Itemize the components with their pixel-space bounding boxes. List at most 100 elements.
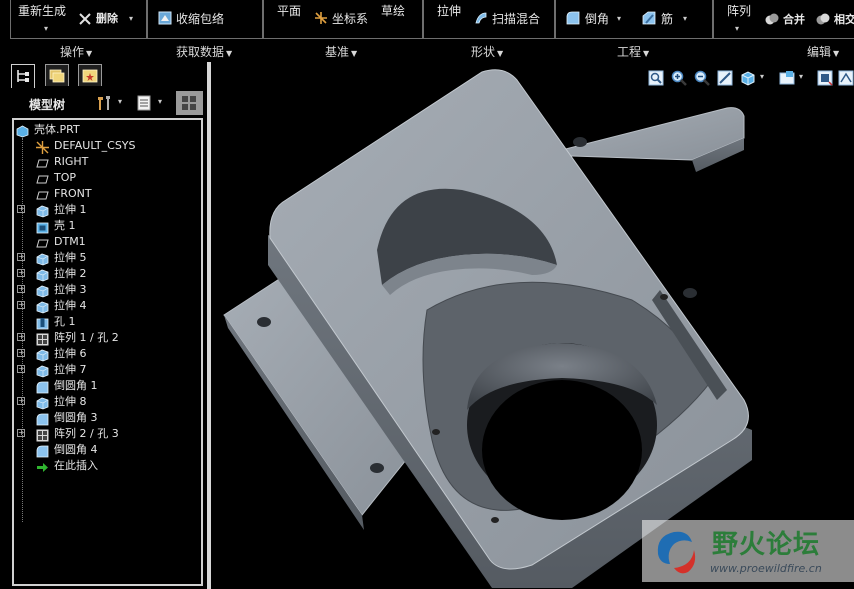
round-dropdown-icon[interactable]: ▾ (617, 12, 621, 26)
watermark-title: 野火论坛 (712, 530, 821, 560)
group-label-shapes[interactable]: 形状 ▼ (471, 43, 503, 60)
expand-toggle-icon[interactable]: + (17, 349, 25, 357)
favorites-tab[interactable] (78, 64, 102, 86)
tools-icon[interactable] (95, 94, 113, 112)
tree-item[interactable]: + 阵列 1 / 孔 2 (14, 330, 199, 346)
tree-item-label: 孔 1 (54, 315, 76, 328)
group-label-datum[interactable]: 基准 ▼ (325, 43, 357, 60)
expand-toggle-icon[interactable]: + (17, 253, 25, 261)
tree-item[interactable]: FRONT (14, 186, 199, 202)
intersect-button[interactable]: 相交 (834, 13, 854, 27)
pattern-dropdown-icon[interactable]: ▾ (735, 22, 739, 36)
delete-icon[interactable] (78, 12, 92, 26)
group-label-operations[interactable]: 操作 ▼ (60, 43, 92, 60)
csys-button[interactable]: 坐标系 (332, 12, 368, 26)
tree-item[interactable]: + 拉伸 1 (14, 202, 199, 218)
shrinkwrap-icon[interactable] (158, 11, 172, 25)
delete-button[interactable]: 删除 (96, 12, 118, 26)
regenerate-button[interactable]: 重新生成 (18, 4, 66, 18)
extrude-icon (36, 283, 49, 298)
tree-item-label: 壳体.PRT (34, 123, 80, 136)
group-label-editing[interactable]: 编辑 ▼ (807, 43, 839, 60)
tree-item[interactable]: DTM1 (14, 234, 199, 250)
sweep-blend-button[interactable]: 扫描混合 (492, 12, 540, 26)
tree-item-label: 拉伸 2 (54, 267, 87, 280)
extrude-icon (36, 395, 49, 410)
expand-toggle-icon[interactable]: + (17, 269, 25, 277)
insert-arrow-icon (36, 459, 49, 472)
tree-item[interactable]: + 阵列 2 / 孔 3 (14, 426, 199, 442)
expand-toggle-icon[interactable]: + (17, 397, 25, 405)
expand-toggle-icon[interactable]: + (17, 205, 25, 213)
tree-item[interactable]: DEFAULT_CSYS (14, 138, 199, 154)
tree-item[interactable]: 孔 1 (14, 314, 199, 330)
tree-item[interactable]: + 拉伸 5 (14, 250, 199, 266)
tree-item[interactable]: + 拉伸 8 (14, 394, 199, 410)
tree-filter-button[interactable] (176, 91, 203, 115)
tree-item[interactable]: + 拉伸 3 (14, 282, 199, 298)
extrude-icon (36, 251, 49, 266)
settings-dropdown-icon[interactable]: ▾ (158, 97, 162, 106)
delete-dropdown-icon[interactable]: ▾ (129, 12, 133, 26)
layer-tab[interactable] (45, 64, 69, 86)
sketch-button[interactable]: 草绘 (381, 4, 405, 18)
regenerate-dropdown-icon[interactable]: ▾ (44, 22, 48, 36)
tree-item-label: 拉伸 5 (54, 251, 87, 264)
tree-item[interactable]: 在此插入 (14, 458, 199, 474)
graphics-viewport[interactable]: ▾ ▾ 野火论坛 www.proewildfire.cn (212, 60, 854, 589)
tree-item-label: 阵列 1 / 孔 2 (54, 331, 119, 344)
tree-item-label: 拉伸 1 (54, 203, 87, 216)
round-icon (36, 379, 49, 394)
panel-splitter[interactable] (207, 62, 211, 589)
extrude-icon (36, 347, 49, 362)
extrude-icon (36, 203, 49, 218)
shrinkwrap-button[interactable]: 收缩包络 (176, 12, 224, 26)
expand-toggle-icon[interactable]: + (17, 429, 25, 437)
pattern-icon (36, 331, 49, 346)
expand-toggle-icon[interactable]: + (17, 365, 25, 373)
tools-dropdown-icon[interactable]: ▾ (118, 97, 122, 106)
rib-icon[interactable] (642, 11, 656, 25)
round-button[interactable]: 倒角 (585, 12, 609, 26)
expand-toggle-icon[interactable]: + (17, 285, 25, 293)
show-settings-icon[interactable] (135, 94, 153, 112)
merge-button[interactable]: 合并 (783, 13, 805, 27)
part-model-3d (223, 69, 752, 588)
merge-icon[interactable] (765, 12, 779, 26)
tree-item[interactable]: + 拉伸 7 (14, 362, 199, 378)
datum-plane-icon (36, 187, 49, 200)
round-icon[interactable] (566, 11, 580, 25)
group-label-engineering[interactable]: 工程 ▼ (617, 43, 649, 60)
tree-item[interactable]: TOP (14, 170, 199, 186)
ribbon-toolbar: 重新生成 ▾ 删除 ▾ 收缩包络 平面 坐标系 草绘 拉伸 扫描混合 倒角 ▾ … (0, 0, 854, 60)
tree-item[interactable]: + 拉伸 6 (14, 346, 199, 362)
pattern-button[interactable]: 阵列 (727, 4, 751, 18)
extrude-icon (36, 299, 49, 314)
expand-toggle-icon[interactable]: + (17, 301, 25, 309)
tree-item[interactable]: 倒圆角 4 (14, 442, 199, 458)
extrude-button[interactable]: 拉伸 (437, 4, 461, 18)
rib-button[interactable]: 筋 (661, 12, 673, 26)
tree-item[interactable]: + 拉伸 4 (14, 298, 199, 314)
tree-item[interactable]: 倒圆角 3 (14, 410, 199, 426)
tree-item[interactable]: + 拉伸 2 (14, 266, 199, 282)
tree-item[interactable]: 倒圆角 1 (14, 378, 199, 394)
tree-item[interactable]: 壳 1 (14, 218, 199, 234)
group-label-get-data[interactable]: 获取数据 ▼ (176, 43, 232, 60)
model-tree: 壳体.PRT DEFAULT_CSYS RIGHT TOP FRONT + 拉伸 1 壳 1 D… (12, 118, 203, 586)
tree-item-label: 拉伸 6 (54, 347, 87, 360)
intersect-icon[interactable] (816, 12, 830, 26)
shell-icon (36, 219, 49, 234)
rib-dropdown-icon[interactable]: ▾ (683, 12, 687, 26)
expand-toggle-icon[interactable]: + (17, 333, 25, 341)
tree-item[interactable]: 壳体.PRT (14, 122, 199, 138)
forum-watermark: 野火论坛 www.proewildfire.cn (642, 520, 854, 582)
csys-icon[interactable] (314, 11, 328, 25)
tree-item-label: 阵列 2 / 孔 3 (54, 427, 119, 440)
sweep-blend-icon[interactable] (474, 11, 488, 25)
model-tree-header: 模型树 ▾ ▾ (9, 90, 205, 116)
tree-item[interactable]: RIGHT (14, 154, 199, 170)
datum-plane-button[interactable]: 平面 (277, 4, 301, 18)
tree-item-label: 拉伸 3 (54, 283, 87, 296)
model-tree-tab[interactable] (11, 64, 35, 88)
